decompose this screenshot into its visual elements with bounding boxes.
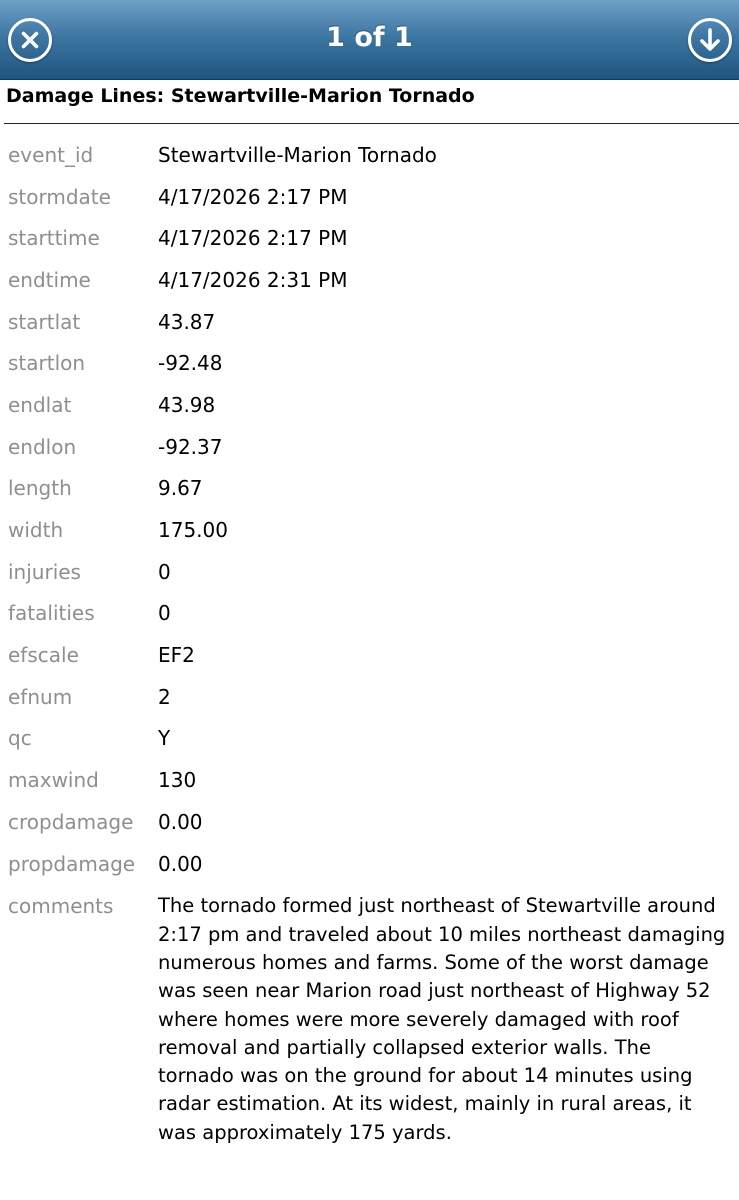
attribute-key: maxwind bbox=[8, 768, 99, 793]
attribute-row-cropdamage: cropdamage 0.00 bbox=[0, 801, 739, 843]
attribute-row-qc: qc Y bbox=[0, 718, 739, 760]
attribute-key: efnum bbox=[8, 684, 73, 709]
attribute-value: 130 bbox=[158, 768, 197, 793]
attribute-value: 43.98 bbox=[158, 392, 216, 417]
attribute-row-endtime: endtime 4/17/2026 2:31 PM bbox=[0, 259, 739, 301]
attribute-value: 4/17/2026 2:17 PM bbox=[158, 184, 348, 209]
attribute-row-propdamage: propdamage 0.00 bbox=[0, 843, 739, 885]
attribute-value: 0 bbox=[158, 601, 171, 626]
feature-count-title: 1 of 1 bbox=[326, 22, 413, 53]
attribute-value: 0.00 bbox=[158, 809, 203, 834]
attribute-key: startlat bbox=[8, 309, 81, 334]
attribute-row-efnum: efnum 2 bbox=[0, 676, 739, 718]
attribute-value: -92.48 bbox=[158, 351, 223, 376]
attribute-row-fatalities: fatalities 0 bbox=[0, 593, 739, 635]
attribute-row-startlat: startlat 43.87 bbox=[0, 301, 739, 343]
attribute-key: fatalities bbox=[8, 601, 95, 626]
attribute-key: endtime bbox=[8, 267, 91, 292]
attribute-key: event_id bbox=[8, 142, 94, 167]
attribute-value: 0.00 bbox=[158, 851, 203, 876]
attribute-row-injuries: injuries 0 bbox=[0, 551, 739, 593]
attribute-value: EF2 bbox=[158, 643, 195, 668]
attribute-row-starttime: starttime 4/17/2026 2:17 PM bbox=[0, 217, 739, 259]
attribute-value: Stewartville-Marion Tornado bbox=[158, 142, 437, 167]
attribute-value: 4/17/2026 2:31 PM bbox=[158, 267, 348, 292]
attribute-value: 4/17/2026 2:17 PM bbox=[158, 226, 348, 251]
attribute-value: 2 bbox=[158, 684, 171, 709]
attribute-row-width: width 175.00 bbox=[0, 509, 739, 551]
attribute-value: 0 bbox=[158, 559, 171, 584]
arrow-down-circle-icon bbox=[700, 28, 720, 51]
attribute-row-stormdate: stormdate 4/17/2026 2:17 PM bbox=[0, 176, 739, 218]
attribute-value: Y bbox=[158, 726, 171, 751]
attribute-row-event-id: event_id Stewartville-Marion Tornado bbox=[0, 134, 739, 176]
attribute-row-endlat: endlat 43.98 bbox=[0, 384, 739, 426]
attribute-value: -92.37 bbox=[158, 434, 223, 459]
attribute-key: qc bbox=[8, 726, 32, 751]
title-divider bbox=[4, 123, 739, 124]
attribute-row-startlon: startlon -92.48 bbox=[0, 342, 739, 384]
attribute-key: injuries bbox=[8, 559, 81, 584]
attribute-row-comments: comments The tornado formed just northea… bbox=[0, 892, 739, 1147]
attribute-key: propdamage bbox=[8, 851, 136, 876]
attribute-value: 9.67 bbox=[158, 476, 203, 501]
attribute-table: event_id Stewartville-Marion Tornado sto… bbox=[0, 134, 739, 1147]
attribute-key: comments bbox=[8, 894, 114, 919]
layer-title: Damage Lines: Stewartville-Marion Tornad… bbox=[6, 85, 475, 107]
attribute-key: stormdate bbox=[8, 184, 111, 209]
attribute-key: endlon bbox=[8, 434, 77, 459]
attribute-row-maxwind: maxwind 130 bbox=[0, 759, 739, 801]
attribute-row-endlon: endlon -92.37 bbox=[0, 426, 739, 468]
attribute-row-length: length 9.67 bbox=[0, 468, 739, 510]
attribute-key: startlon bbox=[8, 351, 86, 376]
attribute-key: efscale bbox=[8, 643, 79, 668]
attribute-key: starttime bbox=[8, 226, 100, 251]
attribute-value: 43.87 bbox=[158, 309, 216, 334]
download-button[interactable] bbox=[688, 18, 732, 62]
attribute-value: 175.00 bbox=[158, 518, 228, 543]
attribute-key: cropdamage bbox=[8, 809, 134, 834]
attribute-row-efscale: efscale EF2 bbox=[0, 634, 739, 676]
popup-header-bar: 1 of 1 bbox=[0, 0, 739, 80]
attribute-key: length bbox=[8, 476, 72, 501]
attribute-value: The tornado formed just northeast of Ste… bbox=[158, 894, 726, 1144]
attribute-key: endlat bbox=[8, 392, 72, 417]
attribute-key: width bbox=[8, 518, 64, 543]
